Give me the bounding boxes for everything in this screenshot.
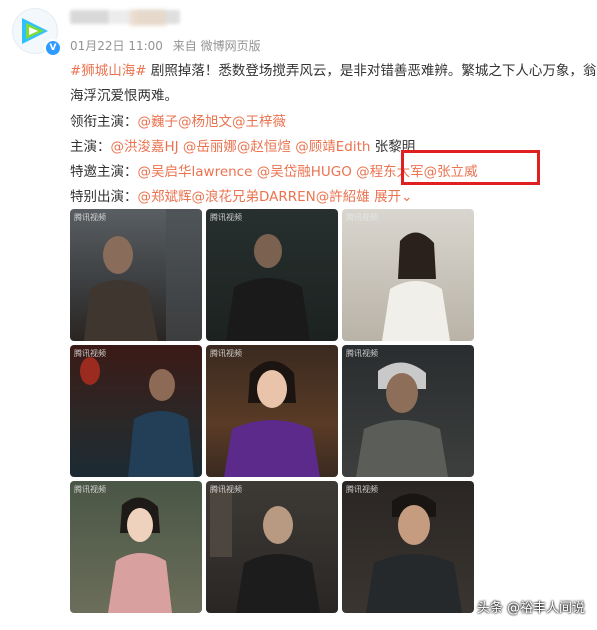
post-text: 海浮沉爱恨两难。	[70, 88, 178, 104]
main-cast-label: 主演：	[70, 139, 111, 155]
photo-tag: 腾讯视频	[346, 485, 378, 494]
expand-label: 展开	[369, 189, 402, 205]
username-blur-patch	[130, 10, 166, 26]
photo-tag: 腾讯视频	[210, 485, 242, 494]
photo-tag: 腾讯视频	[74, 213, 106, 222]
figure-silhouette	[366, 493, 462, 613]
figure-silhouette	[108, 497, 172, 613]
still-photo-1[interactable]: 腾讯视频	[70, 209, 202, 341]
still-photo-4[interactable]: 腾讯视频	[70, 345, 202, 477]
photo-tag: 腾讯视频	[346, 349, 378, 358]
figure-silhouette	[80, 357, 194, 477]
photo-tag: 腾讯视频	[74, 485, 106, 494]
lead-cast-label: 领衔主演：	[70, 114, 138, 130]
post-text-line-1: #狮城山海# 剧照掉落！悉数登场搅弄风云，是非对错善恶难辨。繁城之下人心万象，翁	[70, 59, 596, 79]
photo-tag: 腾讯视频	[346, 213, 378, 222]
main-cast-line: 主演：@洪浚嘉HJ @岳丽娜@赵恒煊 @顾靖Edith 张黎明	[70, 135, 415, 155]
post-timestamp[interactable]: 01月22日 11:00	[70, 39, 163, 53]
chevron-down-icon: ⌄	[401, 189, 413, 205]
still-photo-3[interactable]: 腾讯视频	[342, 209, 474, 341]
photo-tag: 腾讯视频	[74, 349, 106, 358]
figure-silhouette	[356, 362, 448, 477]
post-meta: 01月22日 11:00 来自 微博网页版	[70, 37, 267, 54]
still-photo-5[interactable]: 腾讯视频	[206, 345, 338, 477]
photo-tag: 腾讯视频	[210, 213, 242, 222]
lead-cast-line: 领衔主演：@巍子@杨旭文@王梓薇	[70, 110, 286, 130]
figure-silhouette	[382, 232, 450, 341]
still-photo-6[interactable]: 腾讯视频	[342, 345, 474, 477]
figure-silhouette	[224, 361, 320, 477]
verified-badge-icon: V	[44, 39, 62, 57]
photo-tag: 腾讯视频	[210, 349, 242, 358]
post-text: 剧照掉落！悉数登场搅弄风云，是非对错善恶难辨。繁城之下人心万象，翁	[146, 63, 597, 79]
hashtag-link[interactable]: #狮城山海#	[70, 63, 147, 79]
post-source: 来自 微博网页版	[172, 39, 261, 53]
lead-cast-mentions[interactable]: @巍子@杨旭文@王梓薇	[138, 114, 287, 130]
main-cast-mentions[interactable]: @洪浚嘉HJ @岳丽娜@赵恒煊 @顾靖Edith	[111, 139, 371, 155]
figure-silhouette	[84, 209, 202, 341]
special-cast-line: 特别出演：@郑斌辉@浪花兄弟DARREN@許紹雄 展开⌄	[70, 185, 412, 205]
still-photo-2[interactable]: 腾讯视频	[206, 209, 338, 341]
guest-cast-label: 特邀主演：	[70, 164, 138, 180]
still-photo-7[interactable]: 腾讯视频	[70, 481, 202, 613]
expand-link[interactable]: 展开⌄	[369, 189, 413, 205]
still-photo-8[interactable]: 腾讯视频	[206, 481, 338, 613]
special-cast-label: 特别出演：	[70, 189, 138, 205]
special-cast-mentions[interactable]: @郑斌辉@浪花兄弟DARREN@許紹雄	[138, 189, 370, 205]
post-text-line-2: 海浮沉爱恨两难。	[70, 84, 178, 104]
figure-silhouette	[210, 487, 320, 613]
red-highlight-box	[401, 150, 540, 185]
still-photo-9[interactable]: 腾讯视频	[342, 481, 474, 613]
watermark: 头条 @裕丰人间说	[476, 601, 585, 616]
figure-silhouette	[226, 234, 310, 341]
